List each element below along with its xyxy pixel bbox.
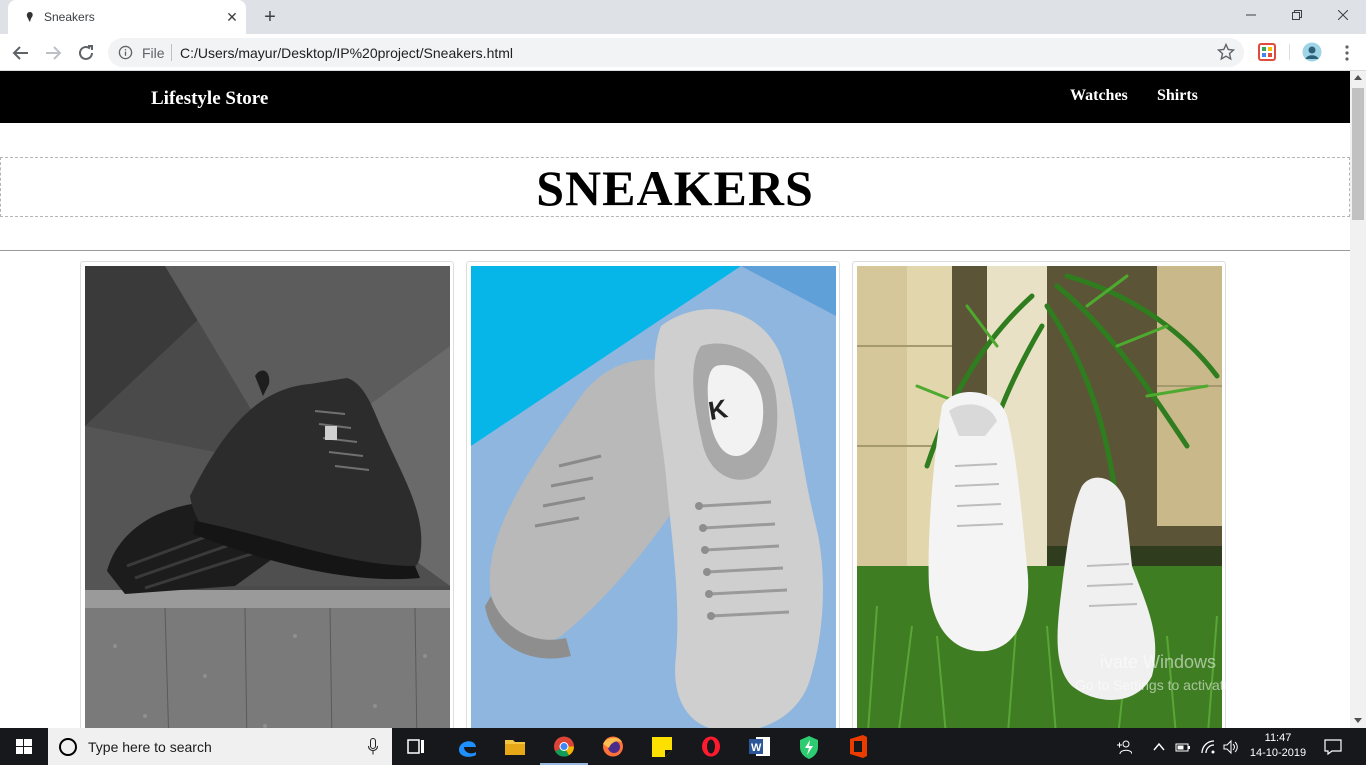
product-image[interactable] bbox=[85, 266, 450, 728]
restore-button[interactable] bbox=[1274, 4, 1320, 26]
wifi-icon[interactable] bbox=[1200, 739, 1216, 755]
reload-icon bbox=[79, 45, 93, 60]
firefox-icon bbox=[603, 736, 623, 757]
tab-close-icon[interactable]: ✕ bbox=[224, 9, 240, 25]
search-placeholder: Type here to search bbox=[88, 739, 212, 755]
clock-date: 14-10-2019 bbox=[1249, 747, 1307, 759]
address-bar[interactable]: File C:/Users/mayur/Desktop/IP%20project… bbox=[108, 38, 1244, 67]
scrollbar-thumb[interactable] bbox=[1352, 88, 1364, 220]
opera-app[interactable] bbox=[687, 728, 735, 765]
heading-container: SNEAKERS bbox=[0, 157, 1350, 217]
close-window-button[interactable] bbox=[1320, 4, 1366, 26]
tab-title: Sneakers bbox=[44, 10, 95, 24]
shield-icon bbox=[800, 736, 818, 759]
url-text[interactable]: C:/Users/mayur/Desktop/IP%20project/Snea… bbox=[180, 45, 513, 61]
chrome-app[interactable] bbox=[540, 728, 588, 765]
chrome-icon bbox=[554, 736, 575, 757]
toolbar-divider bbox=[1289, 44, 1290, 60]
clock-time: 11:47 bbox=[1264, 732, 1292, 744]
browser-menu-button[interactable] bbox=[1334, 40, 1360, 66]
word-icon: W bbox=[749, 737, 770, 756]
task-view-icon bbox=[407, 739, 424, 754]
extension-icon[interactable] bbox=[1258, 43, 1276, 61]
kebab-menu-icon bbox=[1345, 45, 1349, 61]
minimize-button[interactable] bbox=[1228, 4, 1274, 26]
svg-text:W: W bbox=[751, 742, 762, 754]
taskbar-clock[interactable]: 11:47 14-10-2019 bbox=[1245, 731, 1311, 761]
people-icon[interactable] bbox=[1116, 739, 1132, 755]
vertical-scrollbar[interactable] bbox=[1350, 71, 1366, 728]
edge-app[interactable] bbox=[443, 728, 491, 765]
microphone-icon[interactable] bbox=[368, 738, 378, 755]
activation-watermark-text: Go to Settings to activate Windows. bbox=[1075, 677, 1296, 693]
tab-strip: Sneakers ✕ + bbox=[0, 0, 1366, 34]
page-title: SNEAKERS bbox=[536, 160, 814, 216]
word-app[interactable]: W bbox=[736, 728, 784, 765]
address-divider bbox=[171, 44, 172, 61]
bookmark-star-icon[interactable] bbox=[1217, 43, 1235, 61]
nav-link-watches[interactable]: Watches bbox=[1070, 87, 1128, 105]
product-card[interactable] bbox=[80, 261, 454, 728]
notifications-icon[interactable] bbox=[1324, 739, 1342, 755]
edge-icon bbox=[459, 741, 476, 757]
reload-button[interactable] bbox=[73, 40, 99, 66]
start-button[interactable] bbox=[0, 728, 48, 765]
taskbar-search-box[interactable]: Type here to search bbox=[48, 728, 392, 765]
restore-icon bbox=[1292, 10, 1302, 20]
scheme-label: File bbox=[142, 45, 165, 61]
info-icon[interactable] bbox=[118, 45, 133, 60]
product-card[interactable]: K bbox=[466, 261, 840, 728]
file-explorer-app[interactable] bbox=[491, 728, 539, 765]
volume-icon[interactable] bbox=[1222, 739, 1240, 755]
security-app[interactable] bbox=[785, 728, 833, 765]
product-image[interactable]: K bbox=[471, 266, 836, 728]
sticky-notes-app[interactable] bbox=[638, 728, 686, 765]
windows-taskbar: Type here to search W 11:47 14-10-2019 bbox=[0, 728, 1366, 765]
minimize-icon bbox=[1246, 14, 1256, 16]
close-icon bbox=[1337, 9, 1349, 21]
scroll-up-arrow-icon[interactable] bbox=[1354, 75, 1362, 80]
forward-arrow-icon bbox=[46, 46, 62, 60]
page-viewport: Lifestyle Store Watches Shirts SNEAKERS bbox=[0, 71, 1366, 728]
nav-link-shirts[interactable]: Shirts bbox=[1157, 87, 1198, 105]
task-view-button[interactable] bbox=[392, 728, 440, 765]
sticky-note-icon bbox=[652, 737, 672, 757]
forward-button[interactable] bbox=[40, 40, 66, 66]
scroll-down-arrow-icon[interactable] bbox=[1354, 718, 1362, 723]
activation-watermark-title: ivate Windows bbox=[1100, 652, 1217, 672]
windows-logo-icon bbox=[16, 739, 32, 754]
back-button[interactable] bbox=[8, 40, 34, 66]
firefox-app[interactable] bbox=[589, 728, 637, 765]
site-navbar: Lifestyle Store Watches Shirts bbox=[0, 71, 1350, 123]
profile-avatar-icon[interactable] bbox=[1302, 42, 1322, 62]
office-app[interactable] bbox=[834, 728, 882, 765]
office-icon bbox=[850, 735, 867, 758]
battery-icon[interactable] bbox=[1175, 739, 1191, 755]
browser-toolbar: File C:/Users/mayur/Desktop/IP%20project… bbox=[0, 34, 1366, 71]
divider bbox=[0, 250, 1350, 251]
cortana-icon bbox=[59, 738, 77, 756]
tab-sneakers[interactable]: Sneakers ✕ bbox=[8, 0, 246, 34]
page-favicon-icon bbox=[26, 12, 33, 22]
back-arrow-icon bbox=[12, 46, 28, 60]
new-tab-button[interactable]: + bbox=[258, 6, 282, 28]
folder-icon bbox=[505, 740, 525, 755]
opera-icon bbox=[702, 736, 720, 757]
chevron-up-icon[interactable] bbox=[1152, 739, 1166, 755]
brand-link[interactable]: Lifestyle Store bbox=[151, 88, 268, 110]
